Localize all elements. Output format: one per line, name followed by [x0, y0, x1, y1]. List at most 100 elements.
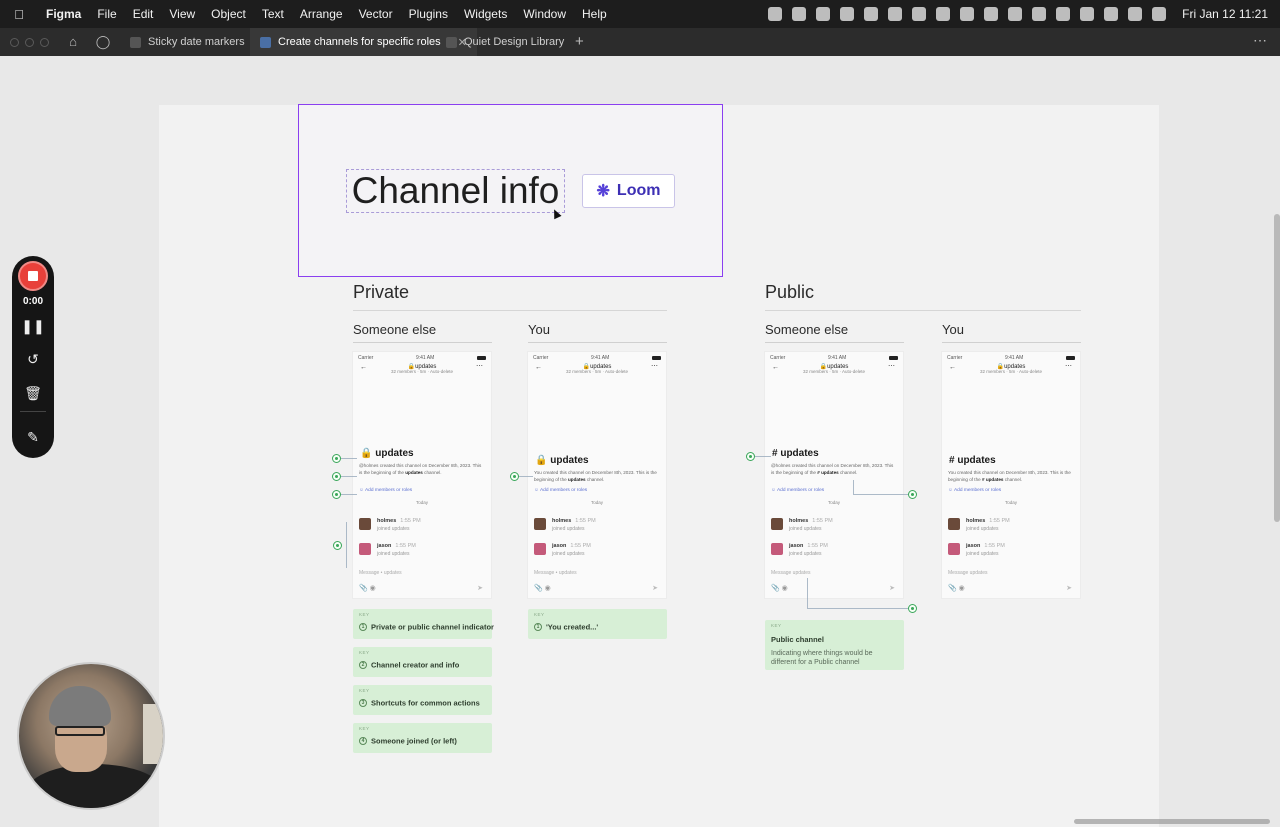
carrier-text: Carrier	[358, 355, 374, 361]
menu-widgets[interactable]: Widgets	[456, 7, 515, 21]
horizontal-scrollbar[interactable]	[1074, 819, 1270, 824]
more-icon[interactable]: ⋯	[1253, 32, 1268, 49]
more-icon: ⋯	[888, 363, 895, 370]
loom-recorder-toolbar: 0:00 ❚❚ ↺ 🗑 ✎	[12, 256, 54, 458]
tab-sticky-date-markers[interactable]: Sticky date markers	[120, 28, 255, 56]
frame-title-text[interactable]: Channel info	[346, 169, 565, 213]
globe-icon[interactable]: ◯	[95, 34, 111, 50]
annotation-marker[interactable]	[510, 472, 519, 481]
home-icon[interactable]: ⌂	[65, 34, 81, 50]
weather-icon[interactable]	[888, 7, 903, 21]
connector-line	[341, 458, 357, 459]
notification-icon[interactable]	[912, 7, 927, 21]
notion-icon[interactable]	[768, 7, 783, 21]
more-icon: ⋯	[476, 363, 483, 370]
drive-icon[interactable]	[984, 7, 999, 21]
phone-mockup-public-other[interactable]: Carrier 9:41 AM ← 🔒updates 32 members · 5…	[764, 351, 904, 599]
vertical-scrollbar[interactable]	[1274, 214, 1280, 522]
pencil-icon[interactable]: ✎	[12, 429, 54, 445]
msg-time: 1:55 PM	[570, 543, 591, 549]
today-divider: Today	[415, 500, 428, 505]
annotation-marker[interactable]	[332, 490, 341, 499]
control-center-icon[interactable]	[1128, 7, 1143, 21]
battery-icon	[651, 356, 661, 360]
annotation-marker[interactable]	[908, 490, 917, 499]
window-zoom-button[interactable]	[40, 38, 49, 47]
channel-title: 🔒 updates	[360, 448, 414, 459]
phone-status-bar: Carrier 9:41 AM	[947, 355, 1075, 361]
menu-clock[interactable]: Fri Jan 12 11:21	[1182, 7, 1268, 21]
dropbox-icon[interactable]	[792, 7, 807, 21]
key-number: 3	[359, 699, 367, 708]
menu-help[interactable]: Help	[574, 7, 615, 21]
status-tray: Fri Jan 12 11:21	[768, 0, 1268, 28]
gear-icon[interactable]	[816, 7, 831, 21]
desc-channel: updates	[567, 477, 586, 482]
key-card-public[interactable]: KEY Public channel Indicating where thin…	[765, 620, 904, 670]
message-row: jason 1:55 PM joined updates	[948, 543, 1074, 559]
nav-channel-meta: 32 members · 5m · Auto-delete	[979, 369, 1043, 374]
siri-icon[interactable]	[1152, 7, 1167, 21]
new-tab-button[interactable]: +	[575, 33, 584, 50]
loom-button[interactable]: ❋ Loom	[582, 174, 675, 208]
avatar	[359, 518, 371, 530]
channel-title-text: updates	[375, 448, 414, 459]
menu-object[interactable]: Object	[203, 7, 254, 21]
stop-recording-button[interactable]	[18, 261, 48, 291]
annotation-marker[interactable]	[908, 604, 917, 613]
msg-time: 1:55 PM	[984, 543, 1005, 549]
apple-icon[interactable]: 	[0, 7, 38, 22]
phone-mockup-private-you[interactable]: Carrier 9:41 AM ← 🔒updates 32 members · 5…	[527, 351, 667, 599]
menu-window[interactable]: Window	[515, 7, 574, 21]
headphones-icon[interactable]	[1008, 7, 1023, 21]
menu-edit[interactable]: Edit	[125, 7, 162, 21]
menu-arrange[interactable]: Arrange	[292, 7, 351, 21]
wifi-icon[interactable]	[1080, 7, 1095, 21]
menu-vector[interactable]: Vector	[351, 7, 401, 21]
phone-status-bar: Carrier 9:41 AM	[770, 355, 898, 361]
phone-mockup-private-other[interactable]: Carrier 9:41 AM ← 🔒updates 32 members · 5…	[352, 351, 492, 599]
phone-time: 9:41 AM	[1004, 355, 1024, 361]
clock-icon[interactable]	[1056, 7, 1071, 21]
figma-canvas[interactable]: Channel info ❋ Loom Private Public Someo…	[0, 56, 1280, 827]
msg-name: jason	[377, 543, 392, 549]
tab-quiet-design-library[interactable]: Quiet Design Library	[436, 28, 574, 56]
pause-icon[interactable]: ❚❚	[12, 318, 54, 334]
key-card[interactable]: KEY 1 'You created...'	[528, 609, 667, 639]
annotation-marker[interactable]	[746, 452, 755, 461]
sync-icon[interactable]	[840, 7, 855, 21]
menu-view[interactable]: View	[161, 7, 203, 21]
key-card[interactable]: KEY 1 Private or public channel indicator	[353, 609, 494, 639]
composer-tools: 📎 ◉ ➤	[771, 584, 897, 592]
connector-line	[807, 608, 908, 609]
menu-app-name[interactable]: Figma	[38, 7, 89, 21]
annotation-marker[interactable]	[333, 541, 342, 550]
window-close-button[interactable]	[10, 38, 19, 47]
keyboard-icon[interactable]	[1032, 7, 1047, 21]
layout-icon[interactable]	[864, 7, 879, 21]
menu-text[interactable]: Text	[254, 7, 292, 21]
restart-icon[interactable]: ↺	[12, 351, 54, 367]
bluetooth-icon[interactable]	[960, 7, 975, 21]
phone-time: 9:41 AM	[415, 355, 435, 361]
webcam-bubble[interactable]	[17, 662, 165, 810]
key-label: KEY	[534, 612, 545, 617]
annotation-marker[interactable]	[332, 454, 341, 463]
menu-plugins[interactable]: Plugins	[401, 7, 456, 21]
menu-file[interactable]: File	[89, 7, 124, 21]
key-card[interactable]: KEY 4 Someone joined (or left)	[353, 723, 492, 753]
trash-icon[interactable]: 🗑	[12, 385, 54, 401]
key-card[interactable]: KEY 2 Channel creator and info	[353, 647, 492, 677]
msg-name: jason	[552, 543, 567, 549]
avatar	[771, 518, 783, 530]
annotation-marker[interactable]	[332, 472, 341, 481]
phone-mockup-public-you[interactable]: Carrier 9:41 AM ← 🔒updates 32 members · 5…	[941, 351, 1081, 599]
battery-icon[interactable]	[1104, 7, 1119, 21]
channel-description: @holmes created this channel on December…	[359, 462, 483, 476]
window-minimize-button[interactable]	[25, 38, 34, 47]
loom-label: Loom	[616, 182, 661, 199]
phone-nav-bar: ← 🔒updates 32 members · 5m · Auto-delete…	[947, 362, 1075, 376]
msg-time: 1:55 PM	[807, 543, 828, 549]
key-card[interactable]: KEY 3 Shortcuts for common actions	[353, 685, 492, 715]
profile-icon[interactable]	[936, 7, 951, 21]
